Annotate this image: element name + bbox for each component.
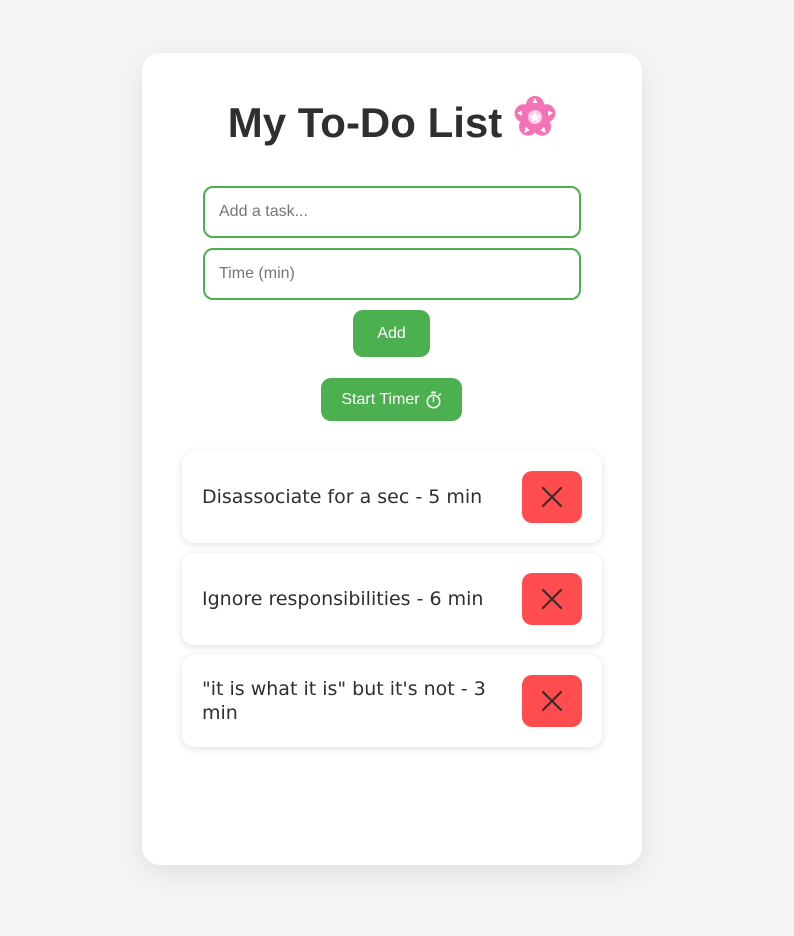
todo-card: My To-Do List Add a task... Time (min) A…: [142, 53, 642, 865]
add-button[interactable]: Add: [353, 310, 430, 357]
page-title-text: My To-Do List: [227, 99, 503, 146]
stopwatch-icon: [426, 391, 441, 408]
task-input[interactable]: [203, 186, 581, 238]
task-text: Disassociate for a sec - 5 min: [202, 486, 483, 508]
delete-task-button[interactable]: [522, 573, 582, 625]
task-item: Disassociate for a sec - 5 min: [182, 451, 602, 543]
cherry-blossom-icon: [514, 95, 556, 150]
close-icon: [541, 486, 563, 508]
page-title: My To-Do List: [142, 95, 642, 150]
task-list: Disassociate for a sec - 5 min Ignore re…: [182, 451, 602, 757]
task-item: "it is what it is" but it's not - 3 min: [182, 655, 602, 747]
task-text: "it is what it is" but it's not - 3 min: [202, 678, 486, 724]
close-icon: [541, 690, 563, 712]
start-timer-label: Start Timer: [341, 390, 420, 408]
task-text: Ignore responsibilities - 6 min: [202, 588, 484, 610]
delete-task-button[interactable]: [522, 675, 582, 727]
close-icon: [541, 588, 563, 610]
delete-task-button[interactable]: [522, 471, 582, 523]
task-item: Ignore responsibilities - 6 min: [182, 553, 602, 645]
time-input[interactable]: [203, 248, 581, 300]
start-timer-button[interactable]: Start Timer: [321, 378, 462, 421]
